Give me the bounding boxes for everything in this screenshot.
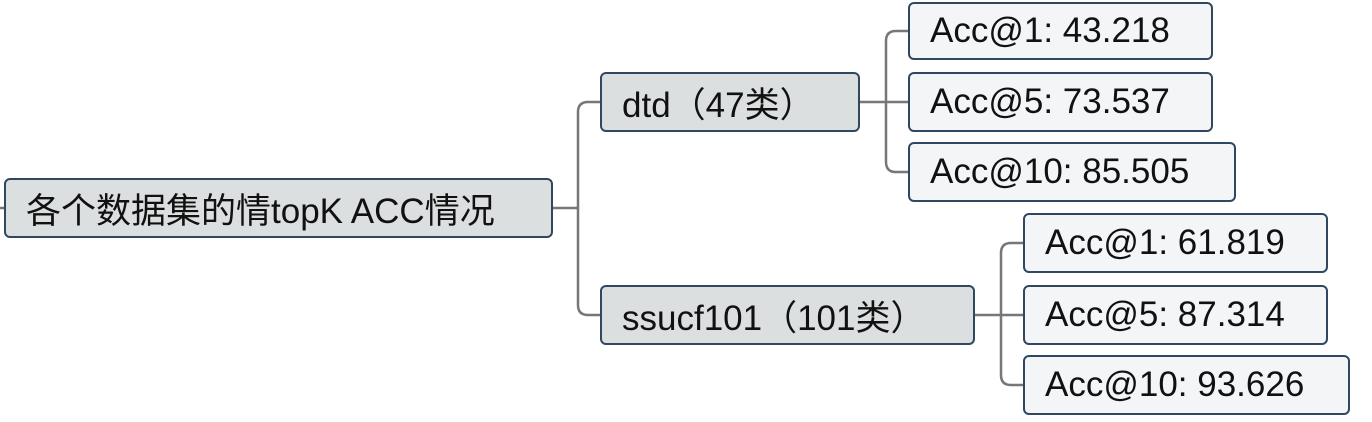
leaf-ssucf-acc1[interactable]: Acc@1: 61.819	[1023, 213, 1328, 273]
connector-dtd-acc10	[884, 102, 908, 174]
root-topic[interactable]: 各个数据集的情topK ACC情况	[4, 178, 553, 238]
leaf-dtd-acc5[interactable]: Acc@5: 73.537	[908, 72, 1213, 132]
connector-dtd-acc1	[884, 29, 908, 102]
connector-root-ssucf	[576, 208, 600, 317]
branch-ssucf101[interactable]: ssucf101（101类）	[600, 285, 975, 345]
leaf-ssucf-acc10[interactable]: Acc@10: 93.626	[1023, 355, 1350, 415]
connector-ssucf-acc1	[999, 241, 1023, 315]
leaf-ssucf-acc5[interactable]: Acc@5: 87.314	[1023, 285, 1328, 345]
leaf-dtd-acc1[interactable]: Acc@1: 43.218	[908, 2, 1213, 60]
connector-root-dtd	[576, 100, 600, 208]
leaf-dtd-acc10[interactable]: Acc@10: 85.505	[908, 142, 1236, 202]
connector-ssucf-acc10	[999, 315, 1023, 387]
branch-dtd[interactable]: dtd（47类）	[600, 72, 860, 132]
